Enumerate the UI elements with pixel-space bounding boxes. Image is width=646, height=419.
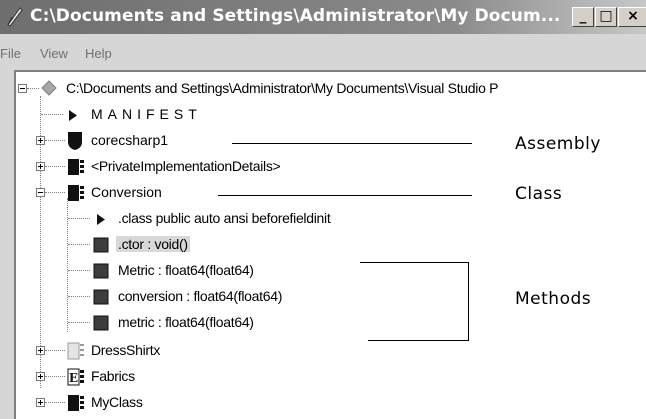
- tree-row-dressshirtx[interactable]: DressShirtx: [16, 340, 316, 362]
- tree-row-private-impl[interactable]: <PrivateImplementationDetails>: [16, 156, 416, 178]
- tree-class-label: Conversion: [91, 184, 162, 200]
- methods-bracket-vertical: [468, 262, 469, 341]
- tree-dressshirtx-label: DressShirtx: [91, 342, 161, 358]
- tree-row-manifest[interactable]: MANIFEST: [16, 104, 316, 126]
- tree-row-method[interactable]: Metric : float64(float64): [16, 260, 316, 282]
- expand-toggle[interactable]: [36, 398, 45, 407]
- tree-connector: [68, 270, 90, 271]
- tree-private-impl-label: <PrivateImplementationDetails>: [91, 158, 281, 174]
- tree-method-label: metric : float64(float64): [118, 314, 254, 330]
- tree-row-root[interactable]: C:\Documents and Settings\Administrator\…: [16, 78, 646, 100]
- close-button[interactable]: ×: [618, 7, 646, 27]
- class-icon: [68, 159, 84, 175]
- tree-assembly-label: corecsharp1: [91, 132, 169, 148]
- collapse-toggle[interactable]: [18, 84, 27, 93]
- class-icon: [68, 395, 84, 411]
- tree-row-method[interactable]: conversion : float64(float64): [16, 286, 316, 308]
- interface-icon: [67, 342, 84, 360]
- assembly-callout-line: [232, 143, 472, 144]
- tree-connector: [68, 218, 90, 219]
- tree-ctor-label: .ctor : void(): [116, 236, 190, 252]
- title-bar[interactable]: C:\Documents and Settings\Administrator\…: [0, 0, 646, 34]
- tree-connector: [68, 244, 90, 245]
- expand-toggle[interactable]: [36, 346, 45, 355]
- expand-toggle[interactable]: [36, 372, 45, 381]
- shield-icon: [68, 132, 82, 150]
- minimize-button[interactable]: _: [572, 7, 594, 27]
- tree-row-class-conversion[interactable]: Conversion: [16, 182, 316, 204]
- tree-view[interactable]: C:\Documents and Settings\Administrator\…: [14, 70, 646, 419]
- collapse-toggle[interactable]: [36, 188, 45, 197]
- class-callout-line: [218, 195, 472, 196]
- tree-connector: [45, 376, 65, 377]
- method-square-icon: [93, 237, 109, 253]
- tree-manifest-label: MANIFEST: [91, 106, 202, 122]
- expand-toggle[interactable]: [36, 136, 45, 145]
- tree-connector: [45, 166, 65, 167]
- tree-connector: [27, 88, 39, 89]
- tree-connector: [45, 402, 65, 403]
- tree-connector: [41, 114, 63, 115]
- tree-row-ctor[interactable]: .ctor : void(): [16, 234, 316, 256]
- expand-toggle[interactable]: [36, 162, 45, 171]
- tree-connector: [45, 350, 65, 351]
- manifest-triangle-icon: [97, 214, 105, 225]
- tree-myclass-label: MyClass: [91, 394, 143, 410]
- methods-bracket-bottom: [368, 340, 469, 341]
- enum-icon: E: [67, 368, 84, 386]
- manifest-triangle-icon: [69, 110, 77, 121]
- tree-row-assembly[interactable]: corecsharp1: [16, 130, 316, 152]
- tree-class-decl-label: .class public auto ansi beforefieldinit: [118, 210, 331, 226]
- menu-view[interactable]: View: [40, 46, 68, 61]
- tree-row-class-decl[interactable]: .class public auto ansi beforefieldinit: [16, 208, 436, 230]
- class-annotation: Class: [515, 184, 563, 204]
- methods-bracket-top: [360, 262, 469, 263]
- menu-help[interactable]: Help: [85, 46, 112, 61]
- maximize-button[interactable]: □: [595, 7, 617, 27]
- tree-fabrics-label: Fabrics: [91, 368, 135, 384]
- assembly-root-diamond-icon: [41, 80, 57, 96]
- methods-annotation: Methods: [515, 289, 592, 309]
- tree-connector: [68, 296, 90, 297]
- window-title: C:\Documents and Settings\Administrator\…: [30, 6, 560, 26]
- svg-text:E: E: [69, 371, 78, 385]
- method-square-icon: [93, 315, 109, 331]
- tree-root-label: C:\Documents and Settings\Administrator\…: [66, 80, 499, 96]
- method-square-icon: [93, 289, 109, 305]
- method-square-icon: [93, 263, 109, 279]
- tree-method-label: conversion : float64(float64): [118, 288, 283, 304]
- class-icon: [68, 185, 84, 201]
- menu-file[interactable]: File: [0, 46, 21, 61]
- assembly-annotation: Assembly: [515, 134, 601, 154]
- tree-row-myclass[interactable]: MyClass: [16, 392, 316, 414]
- ildasm-window: C:\Documents and Settings\Administrator\…: [0, 0, 646, 419]
- tree-connector: [45, 192, 65, 193]
- tree-row-fabrics[interactable]: E Fabrics: [16, 366, 316, 388]
- tree-method-label: Metric : float64(float64): [118, 262, 254, 278]
- tree-connector: [45, 140, 65, 141]
- tree-connector: [68, 322, 90, 323]
- app-icon: [7, 7, 23, 27]
- tree-row-method[interactable]: metric : float64(float64): [16, 312, 316, 334]
- menu-bar: File View Help: [0, 36, 646, 66]
